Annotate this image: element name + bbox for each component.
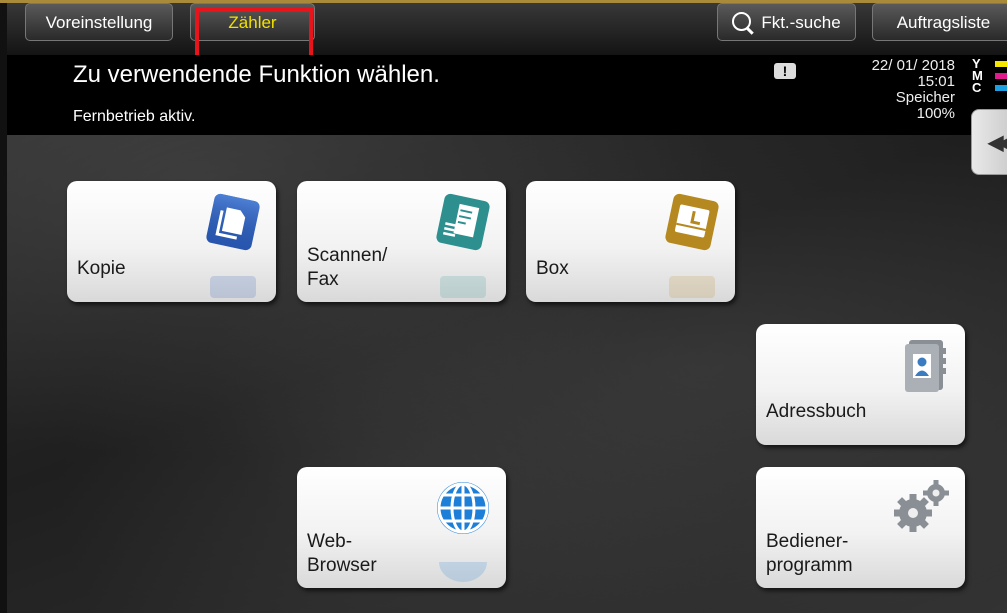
date-time-memory: 22/ 01/ 2018 15:01 Speicher 100% (827, 58, 955, 122)
box-icon (665, 193, 719, 251)
copy-icon-reflection (210, 276, 256, 298)
screen-edge (0, 0, 7, 613)
top-accent-line (0, 0, 1007, 3)
tab-job-list[interactable]: Auftragsliste (872, 3, 1007, 41)
highlight-box (195, 8, 313, 60)
scan-fax-icon (436, 193, 490, 251)
address-book-tile[interactable]: Adressbuch (756, 324, 965, 445)
warning-icon[interactable]: ! (774, 63, 796, 79)
date: 22/ 01/ 2018 (871, 57, 955, 74)
toner-cyan: C (972, 81, 1007, 94)
double-chevron-left-icon: ◀◀ (988, 132, 1007, 154)
globe-icon (437, 482, 489, 534)
tab-function-search[interactable]: Fkt.-suche (717, 3, 856, 41)
tab-function-search-label: Fkt.-suche (761, 13, 841, 32)
search-icon (732, 12, 752, 32)
web-browser-tile[interactable]: Web- Browser (297, 467, 506, 588)
copy-tile[interactable]: Kopie (67, 181, 276, 302)
utility-tile-label: Bediener- programm (766, 531, 853, 576)
box-tile-label: Box (536, 258, 569, 279)
scan-fax-icon-reflection (440, 276, 486, 298)
box-icon-reflection (669, 276, 715, 298)
copy-icon (206, 193, 260, 251)
toner-levels: Y M C (972, 57, 1007, 94)
address-book-tile-label: Adressbuch (766, 401, 867, 422)
message-bar: Zu verwendende Funktion wählen. Fernbetr… (7, 55, 1007, 135)
status-message: Fernbetrieb aktiv. (73, 108, 196, 125)
address-book-icon (905, 340, 946, 392)
tab-preset[interactable]: Voreinstellung (25, 3, 173, 41)
page-title: Zu verwendende Funktion wählen. (73, 61, 440, 88)
copy-tile-label: Kopie (77, 258, 126, 279)
time: 15:01 (917, 73, 955, 90)
scan-fax-tile[interactable]: Scannen/ Fax (297, 181, 506, 302)
utility-tile[interactable]: Bediener- programm (756, 467, 965, 588)
scan-fax-tile-label: Scannen/ Fax (307, 245, 388, 290)
memory-value: 100% (916, 105, 955, 122)
box-tile[interactable]: Box (526, 181, 735, 302)
memory-label: Speicher (895, 89, 955, 106)
globe-icon-reflection (439, 562, 487, 582)
tab-bar: Voreinstellung Zähler Fkt.-suche Auftrag… (7, 0, 1007, 55)
gears-icon (894, 480, 949, 532)
side-panel-handle[interactable]: ◀◀ (971, 109, 1007, 175)
screen: Voreinstellung Zähler Fkt.-suche Auftrag… (0, 0, 1007, 613)
web-browser-tile-label: Web- Browser (307, 531, 377, 576)
